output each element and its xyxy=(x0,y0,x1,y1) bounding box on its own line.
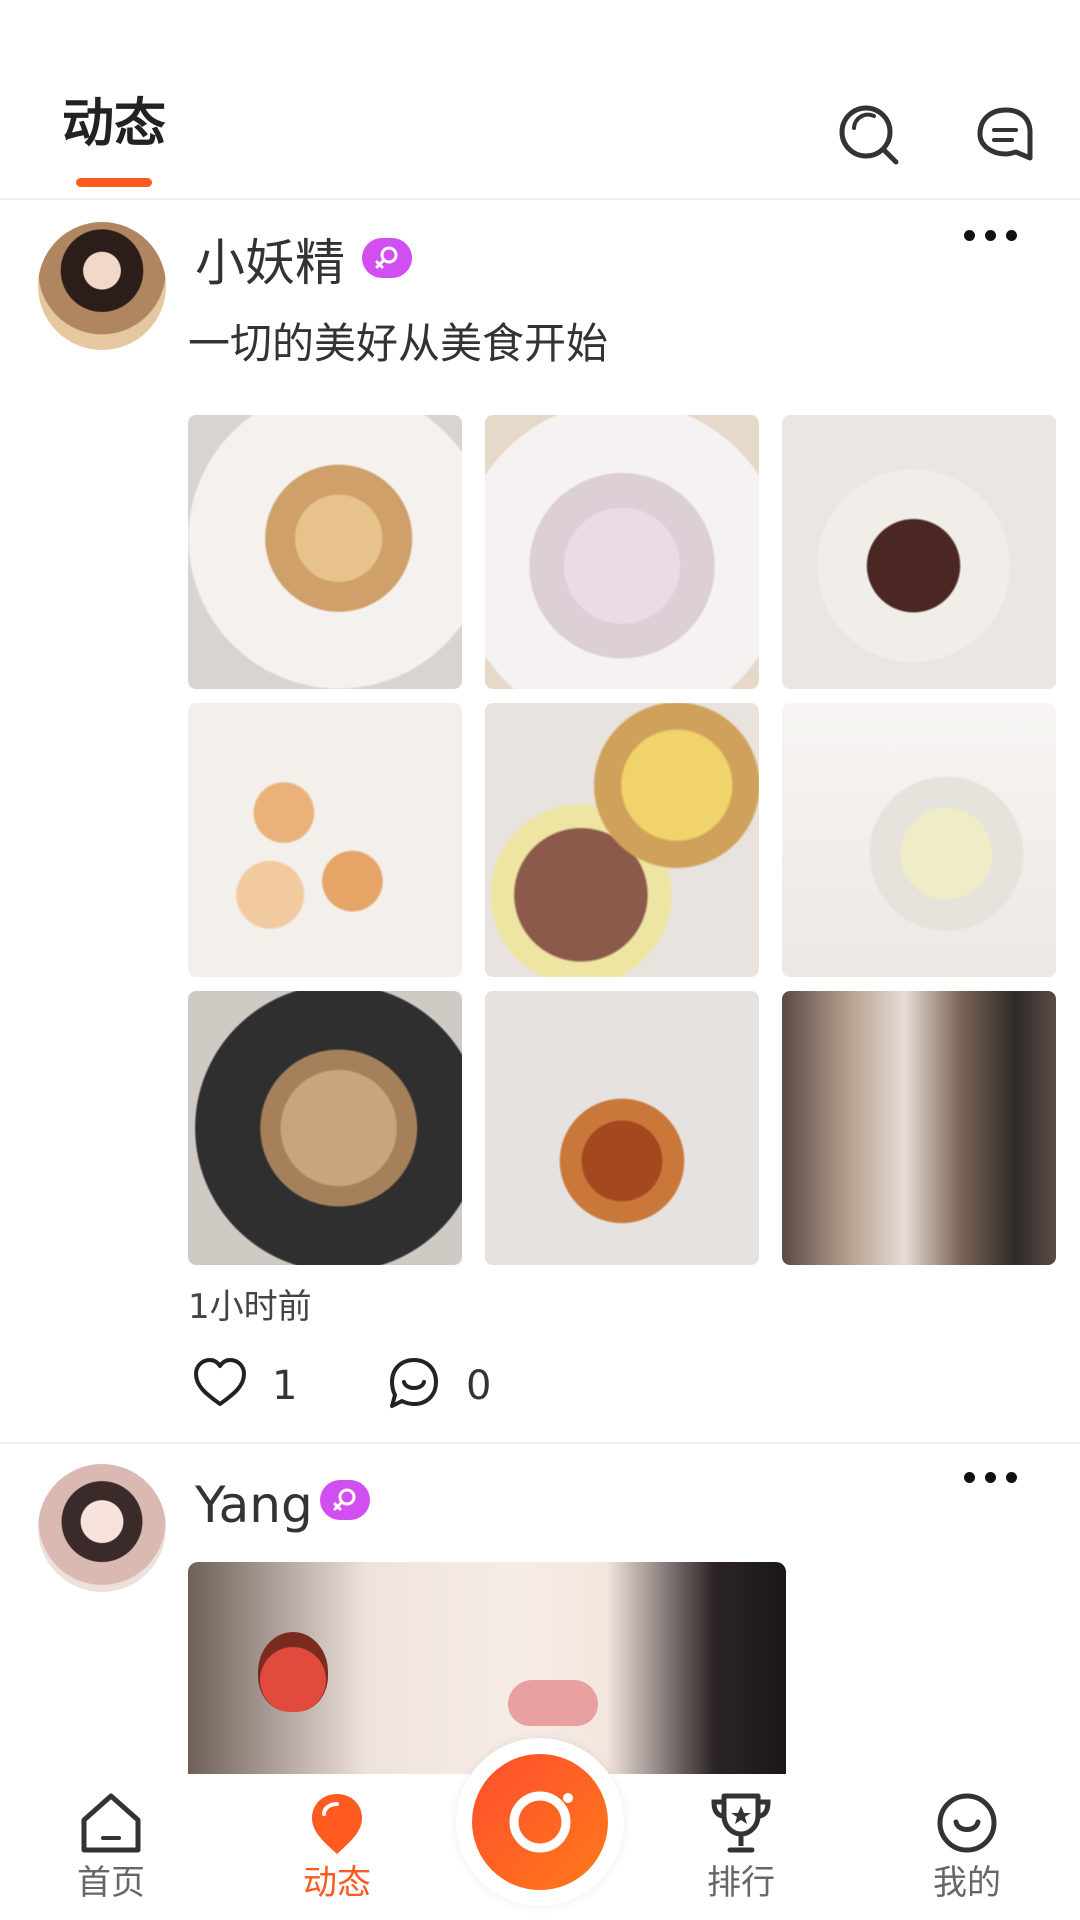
camera-button[interactable] xyxy=(456,1738,624,1906)
nav-label-rank: 排行 xyxy=(707,1863,775,1903)
dot-icon xyxy=(964,230,975,241)
post-photo[interactable] xyxy=(782,991,1056,1265)
heart-icon xyxy=(194,1358,246,1406)
strawberry-sticker xyxy=(258,1632,328,1712)
comment-icon xyxy=(390,1358,438,1408)
search-icon xyxy=(839,105,899,165)
female-badge xyxy=(362,238,412,278)
nav-label-mine: 我的 xyxy=(933,1863,1001,1903)
page-title: 动态 xyxy=(62,94,167,154)
feed-page: 动态 小妖精 一切的美好从美食开始 1小时前 1 0 Yang 首页 动态 排行… xyxy=(0,0,1080,1920)
nav-item-home[interactable]: 首页 xyxy=(36,1774,186,1920)
post-photo[interactable] xyxy=(485,991,759,1265)
message-icon xyxy=(977,107,1033,161)
dot-icon xyxy=(1006,1472,1017,1483)
dot-icon xyxy=(985,1472,996,1483)
avatar[interactable] xyxy=(38,1464,166,1592)
post-time: 1小时前 xyxy=(188,1287,312,1327)
dot-icon xyxy=(964,1472,975,1483)
smile-face-icon xyxy=(937,1793,997,1853)
post-photo[interactable] xyxy=(782,703,1056,977)
post-photo[interactable] xyxy=(782,415,1056,689)
female-badge xyxy=(320,1480,370,1520)
feed-post: 小妖精 一切的美好从美食开始 1小时前 1 0 xyxy=(0,200,1080,1444)
top-bar: 动态 xyxy=(0,0,1080,200)
search-button[interactable] xyxy=(834,100,904,170)
comment-count: 0 xyxy=(466,1363,492,1409)
camera-icon xyxy=(509,1791,573,1853)
home-icon xyxy=(81,1793,141,1853)
post-photo[interactable] xyxy=(188,991,462,1265)
post-username[interactable]: 小妖精 xyxy=(195,238,345,288)
message-button[interactable] xyxy=(970,100,1040,170)
like-count: 1 xyxy=(272,1363,298,1409)
feed-post: Yang xyxy=(0,1444,1080,1774)
dot-icon xyxy=(985,230,996,241)
photo-grid xyxy=(188,415,1056,1265)
camera-button-fill xyxy=(472,1754,608,1890)
comment-button[interactable]: 0 xyxy=(382,1350,522,1420)
like-button[interactable]: 1 xyxy=(188,1350,328,1420)
dot-icon xyxy=(1006,230,1017,241)
female-icon xyxy=(333,1488,356,1511)
post-photo[interactable] xyxy=(485,415,759,689)
nav-item-rank[interactable]: 排行 xyxy=(666,1774,816,1920)
post-photo[interactable] xyxy=(485,703,759,977)
active-tab-indicator xyxy=(76,178,152,187)
post-username[interactable]: Yang xyxy=(195,1480,313,1530)
post-photo[interactable] xyxy=(188,415,462,689)
post-text: 一切的美好从美食开始 xyxy=(188,319,609,368)
trophy-icon xyxy=(711,1793,771,1853)
avatar[interactable] xyxy=(38,222,166,350)
more-options-button[interactable] xyxy=(962,224,1020,244)
nav-item-mine[interactable]: 我的 xyxy=(892,1774,1042,1920)
female-icon xyxy=(375,246,398,269)
more-options-button[interactable] xyxy=(962,1466,1020,1486)
video-preview[interactable] xyxy=(188,1562,786,1774)
location-pin-icon xyxy=(312,1794,362,1854)
nav-label-home: 首页 xyxy=(77,1863,145,1903)
post-photo[interactable] xyxy=(188,703,462,977)
nav-label-feed: 动态 xyxy=(303,1863,371,1903)
video-subject xyxy=(508,1680,598,1726)
nav-item-feed[interactable]: 动态 xyxy=(262,1774,412,1920)
